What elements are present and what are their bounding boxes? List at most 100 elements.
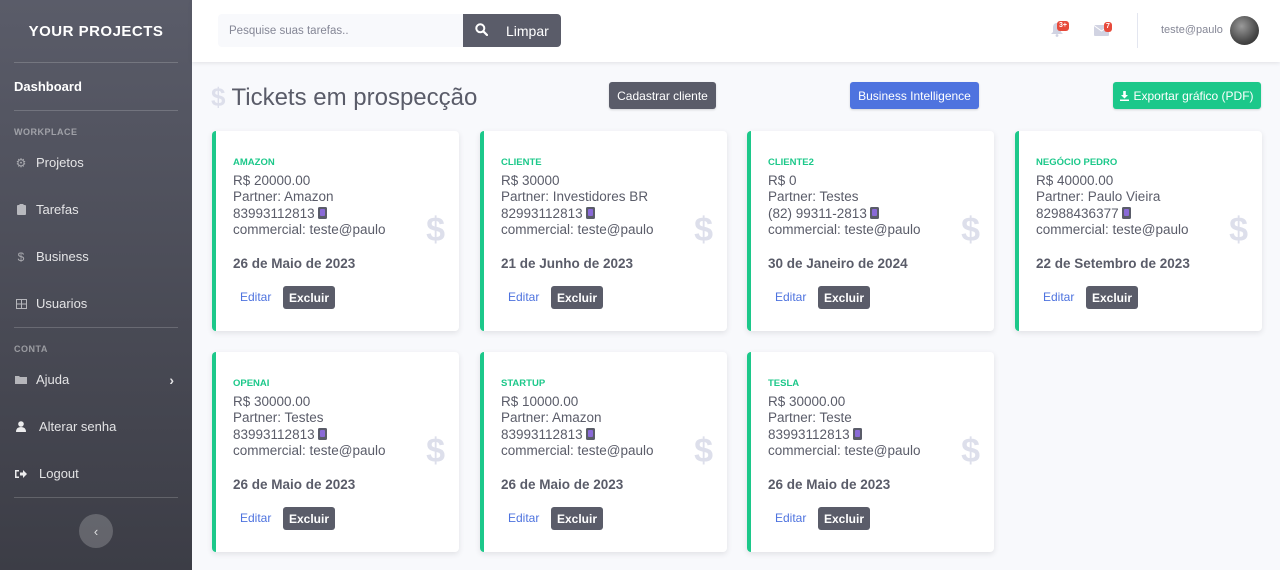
download-icon [1120, 90, 1130, 101]
ticket-commercial: commercial: teste@paulo [1036, 221, 1189, 237]
ticket-partner: Partner: Amazon [233, 189, 334, 205]
sidebar-item-logout[interactable]: Logout [0, 450, 192, 497]
dollar-icon: $ [1229, 211, 1248, 249]
brand-title[interactable]: YOUR PROJECTS [0, 0, 192, 62]
cadastrar-cliente-button[interactable]: Cadastrar cliente [609, 82, 716, 109]
sidebar-item-dashboard[interactable]: Dashboard [0, 63, 192, 110]
ticket-phone: 83993112813 [501, 426, 583, 442]
sidebar-divider [14, 327, 178, 328]
ticket-card: STARTUP R$ 10000.00 Partner: Amazon 8399… [480, 352, 727, 552]
user-name[interactable]: teste@paulo [1161, 24, 1223, 36]
sidebar-item-label: Logout [39, 466, 79, 481]
sidebar-item-usuarios[interactable]: Usuarios [0, 280, 192, 327]
search-button-label: Limpar [506, 22, 549, 39]
ticket-commercial: commercial: teste@paulo [501, 442, 654, 458]
ticket-card: AMAZON R$ 20000.00 Partner: Amazon 83993… [212, 131, 459, 331]
ticket-value: R$ 30000 [501, 173, 560, 188]
edit-button[interactable]: Editar [508, 290, 539, 304]
ticket-commercial: commercial: teste@paulo [233, 442, 386, 458]
search-icon [475, 22, 489, 39]
messages-button[interactable]: 7 [1093, 22, 1114, 40]
delete-button[interactable]: Excluir [283, 507, 335, 530]
edit-button[interactable]: Editar [508, 511, 539, 525]
phone-icon [1121, 206, 1131, 219]
ticket-details: R$ 30000 Partner: Investidores BR 829931… [501, 173, 654, 238]
ticket-name: NEGÓCIO PEDRO [1036, 157, 1118, 168]
export-pdf-button[interactable]: Exportar gráfico (PDF) [1113, 82, 1261, 109]
sidebar-toggle-button[interactable]: ‹ [79, 514, 113, 548]
phone-icon [852, 427, 862, 440]
ticket-details: R$ 10000.00 Partner: Amazon 83993112813 … [501, 394, 654, 459]
sidebar-item-business[interactable]: $ Business [0, 233, 192, 280]
ticket-details: R$ 0 Partner: Testes (82) 99311-2813 com… [768, 173, 921, 238]
sidebar-item-label: Ajuda [36, 372, 70, 387]
sidebar-item-label: Tarefas [36, 202, 79, 217]
dollar-icon: $ [961, 211, 980, 249]
sidebar-item-tarefas[interactable]: Tarefas [0, 186, 192, 233]
alerts-badge: 3+ [1057, 21, 1069, 31]
ticket-date: 21 de Junho de 2023 [501, 256, 634, 271]
chevron-right-icon: › [169, 371, 174, 388]
ticket-name: TESLA [768, 378, 800, 389]
dollar-icon: $ [694, 432, 713, 470]
ticket-commercial: commercial: teste@paulo [768, 221, 921, 237]
business-intelligence-button[interactable]: Business Intelligence [850, 82, 979, 109]
ticket-phone: 83993112813 [233, 205, 315, 221]
ticket-phone-row: 83993112813 [233, 206, 386, 222]
ticket-date: 26 de Maio de 2023 [233, 256, 356, 271]
ticket-phone-row: 82993112813 [501, 206, 654, 222]
messages-badge: 7 [1104, 22, 1112, 32]
sidebar-item-label: Alterar senha [39, 419, 117, 434]
edit-button[interactable]: Editar [1043, 290, 1074, 304]
search-input[interactable] [218, 14, 463, 47]
sidebar-item-label: Dashboard [14, 79, 82, 94]
ticket-card: TESLA R$ 30000.00 Partner: Teste 8399311… [747, 352, 994, 552]
ticket-card: CLIENTE R$ 30000 Partner: Investidores B… [480, 131, 727, 331]
phone-icon [317, 206, 327, 219]
dollar-icon: $ [426, 432, 445, 470]
ticket-name: AMAZON [233, 157, 275, 168]
ticket-partner: Partner: Teste [768, 410, 852, 426]
dollar-icon: $ [211, 82, 226, 112]
ticket-phone: 82993112813 [501, 205, 583, 221]
delete-button[interactable]: Excluir [818, 507, 870, 530]
delete-button[interactable]: Excluir [1086, 286, 1138, 309]
ticket-date: 26 de Maio de 2023 [501, 477, 624, 492]
ticket-date: 22 de Setembro de 2023 [1036, 256, 1190, 271]
sidebar-item-label: Projetos [36, 155, 84, 170]
section-heading-conta: CONTA [14, 344, 48, 354]
delete-button[interactable]: Excluir [818, 286, 870, 309]
phone-icon [869, 206, 879, 219]
ticket-name: STARTUP [501, 378, 546, 389]
edit-button[interactable]: Editar [775, 511, 806, 525]
delete-button[interactable]: Excluir [283, 286, 335, 309]
edit-button[interactable]: Editar [240, 511, 271, 525]
page-title: $ Tickets em prospecção [211, 82, 477, 113]
search-clear-button[interactable]: Limpar [463, 14, 561, 47]
ticket-value: R$ 10000.00 [501, 394, 579, 409]
ticket-partner: Partner: Testes [768, 189, 859, 205]
ticket-partner: Partner: Testes [233, 410, 324, 426]
ticket-phone: 83993112813 [233, 426, 315, 442]
ticket-name: CLIENTE [501, 157, 542, 168]
ticket-card: OPENAI R$ 30000.00 Partner: Testes 83993… [212, 352, 459, 552]
ticket-date: 26 de Maio de 2023 [233, 477, 356, 492]
ticket-phone-row: 82988436377 [1036, 206, 1189, 222]
avatar[interactable] [1230, 16, 1259, 45]
sidebar-item-projetos[interactable]: ⚙ Projetos [0, 139, 192, 186]
sidebar-divider [14, 497, 178, 498]
alerts-button[interactable]: 3+ [1050, 21, 1070, 40]
delete-button[interactable]: Excluir [551, 507, 603, 530]
ticket-date: 30 de Janeiro de 2024 [768, 256, 908, 271]
sidebar-item-alterar-senha[interactable]: Alterar senha [0, 403, 192, 450]
ticket-card: CLIENTE2 R$ 0 Partner: Testes (82) 99311… [747, 131, 994, 331]
ticket-partner: Partner: Paulo Vieira [1036, 189, 1161, 205]
ticket-details: R$ 30000.00 Partner: Testes 83993112813 … [233, 394, 386, 459]
edit-button[interactable]: Editar [240, 290, 271, 304]
ticket-partner: Partner: Investidores BR [501, 189, 649, 205]
delete-button[interactable]: Excluir [551, 286, 603, 309]
section-heading-workplace: WORKPLACE [14, 127, 78, 137]
edit-button[interactable]: Editar [775, 290, 806, 304]
ticket-value: R$ 20000.00 [233, 173, 311, 188]
sidebar-item-ajuda[interactable]: Ajuda › [0, 356, 192, 403]
